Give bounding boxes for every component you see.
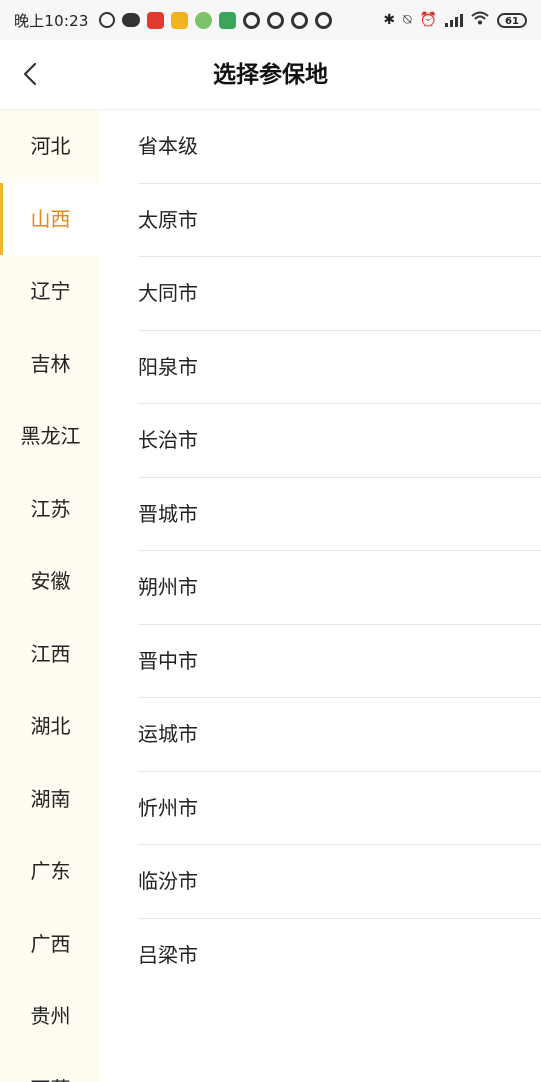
sidebar-item[interactable]: 湖南 xyxy=(0,763,101,836)
sidebar-item[interactable]: 安徽 xyxy=(0,545,101,618)
qq-icon xyxy=(314,11,332,29)
sidebar-item-active[interactable]: 山西 xyxy=(0,182,101,255)
sidebar-item[interactable]: 辽宁 xyxy=(0,255,101,328)
sidebar-item[interactable]: 西藏 xyxy=(0,1053,101,1082)
qq-icon xyxy=(290,11,308,29)
city-list: 省本级 太原市 大同市 阳泉市 长治市 晋城市 朔州市 晋中市 运城市 忻州市 临汾市 吕梁市 xyxy=(101,110,541,1082)
system-icons: ✱ ⍉ ⏰ 61 xyxy=(383,11,527,29)
sidebar-item[interactable]: 广西 xyxy=(0,908,101,981)
sidebar-item[interactable]: 广东 xyxy=(0,835,101,908)
battery-icon: 61 xyxy=(497,12,527,28)
bluetooth-icon: ✱ xyxy=(383,12,396,28)
city-list-item[interactable]: 临汾市 xyxy=(138,845,541,919)
status-bar: 晚上10:23 ✱ ⍉ ⏰ 61 xyxy=(0,0,541,40)
city-list-item[interactable]: 忻州市 xyxy=(138,772,541,845)
city-list-item[interactable]: 长治市 xyxy=(138,404,541,478)
sidebar-item[interactable]: 河北 xyxy=(0,110,101,183)
city-list-item[interactable]: 大同市 xyxy=(138,257,541,331)
city-list-item[interactable]: 晋城市 xyxy=(138,478,541,551)
status-time: 晚上10:23 xyxy=(14,11,89,30)
city-list-item[interactable]: 运城市 xyxy=(138,698,541,772)
sidebar-item[interactable]: 黑龙江 xyxy=(0,400,101,473)
city-list-item[interactable]: 太原市 xyxy=(138,184,541,257)
qq-icon xyxy=(266,11,284,29)
sidebar-item[interactable]: 吉林 xyxy=(0,328,101,401)
chevron-left-icon xyxy=(23,62,37,86)
notification-icons xyxy=(98,11,332,29)
sidebar-item[interactable]: 湖北 xyxy=(0,690,101,763)
sidebar-item[interactable]: 江苏 xyxy=(0,473,101,546)
city-list-item[interactable]: 晋中市 xyxy=(138,625,541,698)
qq-icon xyxy=(242,11,260,29)
city-list-item[interactable]: 吕梁市 xyxy=(138,919,541,993)
app-notification-icon xyxy=(218,11,236,29)
city-list-item[interactable]: 阳泉市 xyxy=(138,331,541,404)
back-button[interactable] xyxy=(14,58,46,90)
mute-icon: ⍉ xyxy=(403,12,412,28)
signal-icon xyxy=(445,13,463,27)
sync-icon xyxy=(98,12,115,28)
app-notification-icon xyxy=(170,11,188,29)
city-list-item[interactable]: 朔州市 xyxy=(138,551,541,625)
nav-header: 选择参保地 xyxy=(0,40,541,110)
wifi-icon xyxy=(471,11,489,29)
province-sidebar: 河北山西辽宁吉林黑龙江江苏安徽江西湖北湖南广东广西贵州西藏 xyxy=(0,110,101,1082)
sidebar-item[interactable]: 江西 xyxy=(0,618,101,691)
city-list-item[interactable]: 省本级 xyxy=(138,110,541,184)
app-notification-icon xyxy=(146,11,164,29)
page-title: 选择参保地 xyxy=(213,62,328,88)
alarm-icon: ⏰ xyxy=(419,12,437,28)
wechat-icon xyxy=(121,13,140,27)
sidebar-item[interactable]: 贵州 xyxy=(0,980,101,1053)
app-notification-icon xyxy=(194,11,212,29)
